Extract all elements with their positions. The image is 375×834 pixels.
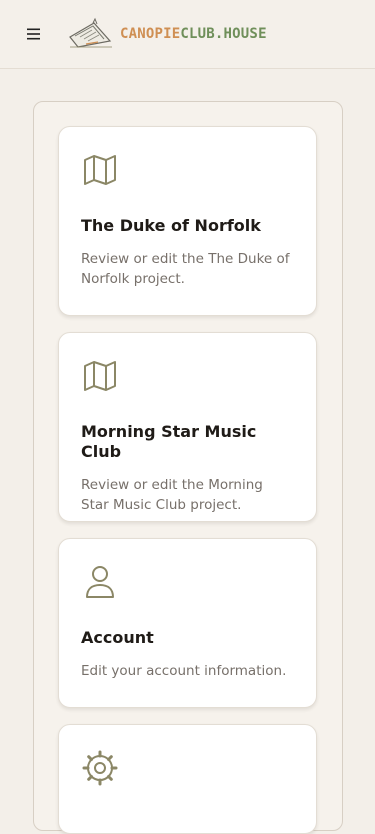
logo-text-clubhouse: CLUB.HOUSE (180, 26, 267, 42)
card-description: Edit your account information. (81, 663, 287, 679)
menu-button[interactable] (22, 22, 46, 46)
settings-card[interactable] (58, 724, 317, 834)
gear-icon (82, 750, 118, 786)
account-card[interactable]: Account Edit your account information. (58, 538, 317, 708)
map-icon (84, 155, 116, 185)
top-bar: CANOPIECLUB.HOUSE (0, 0, 375, 69)
logo-wordmark: CANOPIECLUB.HOUSE (120, 26, 267, 42)
card-title: The Duke of Norfolk (81, 216, 261, 235)
canopy-logo-icon (69, 17, 112, 48)
map-icon (84, 361, 116, 391)
logo-text-canopie: CANOPIE (120, 26, 181, 42)
project-card-morning-star-music-club[interactable]: Morning Star Music Club Review or edit t… (58, 332, 317, 522)
hamburger-menu-icon (27, 28, 40, 40)
user-icon (86, 566, 114, 598)
card-description: Review or edit the The Duke of Norfolk p… (81, 251, 290, 287)
project-card-duke-of-norfolk[interactable]: The Duke of Norfolk Review or edit the T… (58, 126, 317, 316)
card-description: Review or edit the Morning Star Music Cl… (81, 477, 263, 513)
card-title: Morning Star Music Club (81, 422, 257, 461)
card-title: Account (81, 628, 154, 647)
logo[interactable]: CANOPIECLUB.HOUSE (66, 16, 267, 52)
